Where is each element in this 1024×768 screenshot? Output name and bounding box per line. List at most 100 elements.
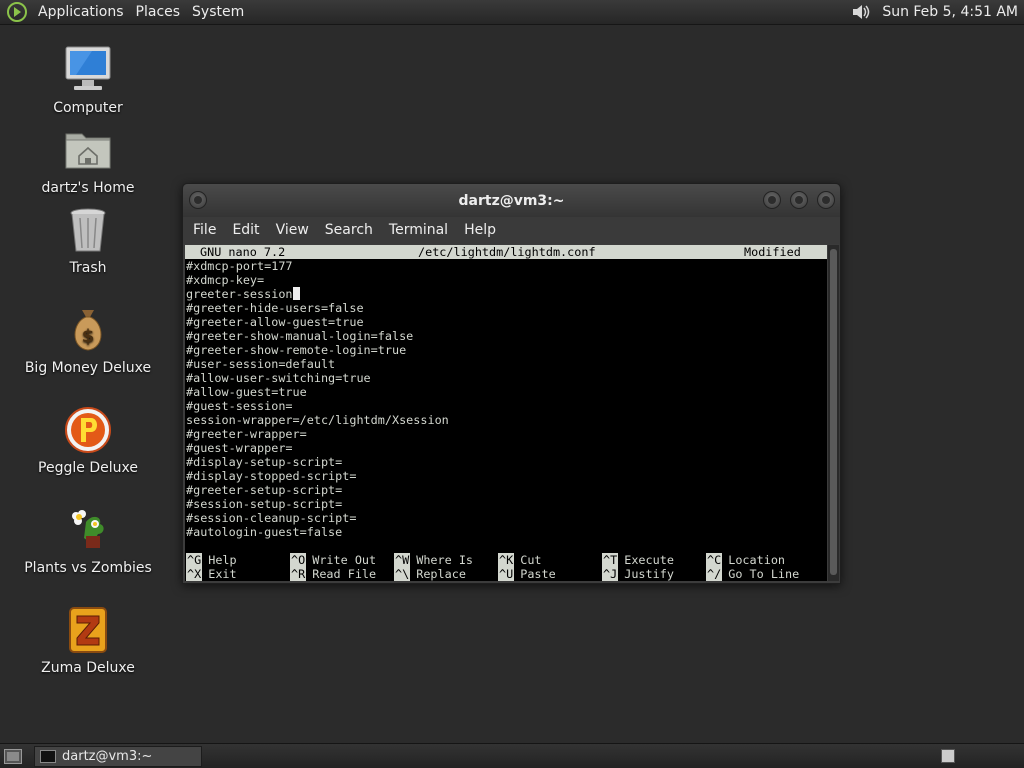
shortcut-label: Go To Line	[728, 567, 800, 581]
taskbar-label: dartz@vm3:~	[62, 749, 153, 764]
shortcut-go-to-line: ^/ Go To Line	[706, 567, 799, 581]
clock[interactable]: Sun Feb 5, 4:51 AM	[876, 4, 1020, 20]
svg-text:$: $	[82, 326, 95, 347]
file-line[interactable]: #greeter-wrapper=	[186, 427, 307, 441]
menu-file[interactable]: File	[185, 217, 224, 244]
bottom-panel: dartz@vm3:~	[0, 743, 1024, 768]
workspace-switcher[interactable]	[941, 749, 955, 763]
menu-help[interactable]: Help	[456, 217, 504, 244]
shortcut-key: ^J	[602, 567, 619, 581]
shortcut-key: ^O	[290, 553, 307, 567]
file-line[interactable]: #greeter-setup-script=	[186, 483, 342, 497]
peggle-icon	[65, 407, 111, 453]
shortcut-label: Execute	[624, 553, 674, 567]
computer-icon	[65, 46, 111, 90]
shortcut-location: ^C Location	[706, 553, 785, 567]
file-line[interactable]: #session-setup-script=	[186, 497, 342, 511]
file-line[interactable]: #greeter-hide-users=false	[186, 301, 364, 315]
shortcut-key: ^C	[706, 553, 723, 567]
file-line[interactable]: #greeter-show-manual-login=false	[186, 329, 413, 343]
desktop-icon-label: Trash	[69, 260, 107, 276]
money-bag-icon: $	[74, 310, 102, 351]
menu-view[interactable]: View	[268, 217, 317, 244]
shortcut-key: ^U	[498, 567, 515, 581]
desktop-icon-computer[interactable]: Computer	[23, 44, 153, 116]
shortcut-write-out: ^O Write Out	[290, 553, 376, 567]
volume-icon[interactable]	[850, 2, 872, 22]
desktop-icon-label: Zuma Deluxe	[41, 660, 135, 676]
file-line[interactable]: #display-setup-script=	[186, 455, 342, 469]
shortcut-key: ^X	[186, 567, 203, 581]
shortcut-help: ^G Help	[186, 553, 237, 567]
file-line[interactable]: #guest-session=	[186, 399, 293, 413]
desktop-icon-label: dartz's Home	[41, 180, 135, 196]
file-line[interactable]: #greeter-show-remote-login=true	[186, 343, 406, 357]
zuma-icon	[69, 607, 107, 653]
file-line[interactable]: #greeter-allow-guest=true	[186, 315, 364, 329]
file-line[interactable]: #guest-wrapper=	[186, 441, 293, 455]
window-title: dartz@vm3:~	[458, 192, 565, 209]
menu-edit[interactable]: Edit	[224, 217, 267, 244]
text-cursor	[292, 287, 300, 300]
distro-logo-icon[interactable]	[6, 1, 28, 23]
shortcut-label: Location	[728, 553, 786, 567]
file-line[interactable]: #autologin-guest=false	[186, 525, 342, 539]
shortcut-paste: ^U Paste	[498, 567, 556, 581]
shortcut-label: Read File	[312, 567, 377, 581]
file-line[interactable]: #xdmcp-port=177	[186, 259, 293, 273]
scrollbar-thumb[interactable]	[830, 249, 837, 575]
desktop-icon-zuma[interactable]: Zuma Deluxe	[23, 604, 153, 676]
panel-tray: Sun Feb 5, 4:51 AM	[850, 0, 1024, 25]
shortcut-label: Replace	[416, 567, 466, 581]
terminal-window: dartz@vm3:~ File Edit View Search Termin…	[182, 183, 841, 584]
shortcut-key: ^/	[706, 567, 723, 581]
desktop-icon-label: Big Money Deluxe	[24, 360, 152, 376]
desktop-icon-label: Plants vs Zombies	[24, 560, 152, 576]
shortcut-label: Where Is	[416, 553, 474, 567]
nano-modified-status: Modified	[744, 245, 801, 259]
file-line[interactable]: #session-cleanup-script=	[186, 511, 356, 525]
show-desktop-button[interactable]	[4, 749, 22, 764]
file-line[interactable]: #xdmcp-key=	[186, 273, 264, 287]
file-line[interactable]: #user-session=default	[186, 357, 335, 371]
terminal-content[interactable]: GNU nano 7.2 /etc/lightdm/lightdm.conf M…	[185, 245, 827, 581]
shortcut-justify: ^J Justify	[602, 567, 674, 581]
shortcut-key: ^K	[498, 553, 515, 567]
menu-search[interactable]: Search	[317, 217, 381, 244]
plants-icon	[72, 510, 104, 548]
window-titlebar[interactable]: dartz@vm3:~	[183, 184, 840, 217]
desktop-icon-trash[interactable]: Trash	[23, 204, 153, 276]
shortcut-label: Cut	[520, 553, 542, 567]
shortcut-replace: ^\ Replace	[394, 567, 466, 581]
shortcut-label: Justify	[624, 567, 674, 581]
trash-icon	[70, 208, 106, 252]
close-button[interactable]	[817, 191, 835, 209]
file-line[interactable]: session-wrapper=/etc/lightdm/Xsession	[186, 413, 449, 427]
desktop-icon-peggle[interactable]: Peggle Deluxe	[23, 404, 153, 476]
menu-places[interactable]: Places	[130, 0, 187, 25]
shortcut-key: ^R	[290, 567, 307, 581]
maximize-button[interactable]	[790, 191, 808, 209]
menu-system[interactable]: System	[186, 0, 250, 25]
shortcut-label: Paste	[520, 567, 556, 581]
taskbar-terminal-button[interactable]: dartz@vm3:~	[34, 746, 202, 767]
menu-applications[interactable]: Applications	[32, 0, 130, 25]
desktop-icon-big-money[interactable]: $ Big Money Deluxe	[23, 304, 153, 376]
nano-titlebar: GNU nano 7.2 /etc/lightdm/lightdm.conf M…	[185, 245, 827, 259]
shortcut-key: ^G	[186, 553, 203, 567]
shortcut-key: ^W	[394, 553, 411, 567]
file-line[interactable]: #display-stopped-script=	[186, 469, 356, 483]
shortcut-cut: ^K Cut	[498, 553, 542, 567]
terminal-scrollbar[interactable]	[828, 245, 839, 581]
desktop-icon-plants[interactable]: Plants vs Zombies	[23, 504, 153, 576]
shortcut-where-is: ^W Where Is	[394, 553, 473, 567]
file-line[interactable]: #allow-guest=true	[186, 385, 307, 399]
window-menu-button[interactable]	[189, 191, 207, 209]
menu-terminal[interactable]: Terminal	[381, 217, 456, 244]
minimize-button[interactable]	[763, 191, 781, 209]
desktop-icon-home[interactable]: dartz's Home	[23, 124, 153, 196]
shortcut-execute: ^T Execute	[602, 553, 674, 567]
file-line-current[interactable]: greeter-session	[186, 287, 300, 301]
file-line[interactable]: #allow-user-switching=true	[186, 371, 371, 385]
shortcut-exit: ^X Exit	[186, 567, 237, 581]
